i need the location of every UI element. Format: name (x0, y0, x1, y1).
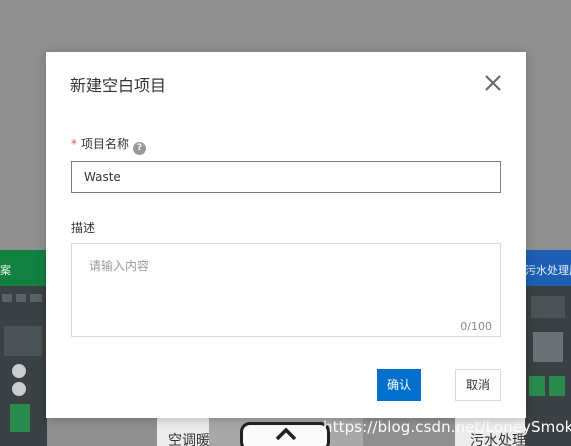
question-circle-icon[interactable]: ? (133, 142, 147, 155)
required-mark: * (71, 137, 77, 151)
cancel-button[interactable]: 取消 (455, 369, 501, 401)
close-icon (485, 75, 501, 91)
scroll-to-top-button[interactable] (240, 422, 330, 446)
background-card-left: 案 (0, 250, 47, 446)
background-card-left-preview (0, 286, 47, 446)
new-project-dialog: 新建空白项目 * 项目名称? 描述 请输入内容 0/100 确认 取消 (46, 52, 526, 418)
background-card-right: 污水处理厂 (525, 250, 571, 446)
description-placeholder: 请输入内容 (89, 259, 150, 273)
description-textarea[interactable]: 请输入内容 0/100 (71, 243, 501, 337)
project-name-label-row: * 项目名称? (71, 135, 147, 155)
confirm-button[interactable]: 确认 (377, 369, 421, 401)
description-label: 描述 (71, 221, 96, 235)
watermark: https://blog.csdn.net/LoneySmoke (323, 418, 571, 436)
dialog-title: 新建空白项目 (70, 76, 167, 95)
close-button[interactable] (482, 72, 504, 94)
project-name-input[interactable] (71, 161, 501, 193)
screen: 案 污水处理厂 空调暖通 污水处理 https://blog.csdn.net/… (0, 0, 571, 446)
project-name-label: 项目名称 (81, 137, 130, 151)
background-card-left-title: 案 (0, 250, 47, 286)
background-card-right-title: 污水处理厂 (525, 250, 571, 286)
character-counter: 0/100 (460, 320, 492, 333)
chevron-up-icon (275, 427, 297, 441)
